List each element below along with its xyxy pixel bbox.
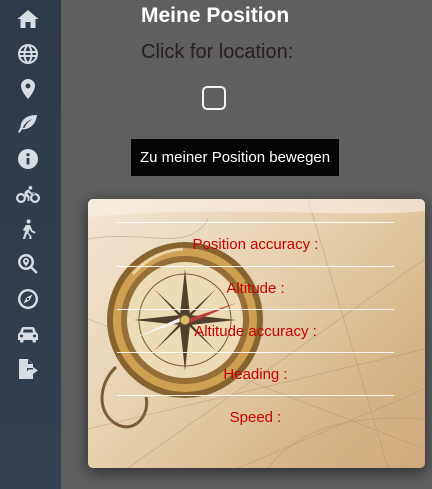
heading-label: Heading :	[223, 366, 288, 383]
hiking-icon	[22, 219, 36, 239]
bicycle-icon	[16, 186, 40, 203]
globe-icon	[18, 44, 38, 64]
info-icon	[18, 149, 38, 169]
location-checkbox[interactable]	[202, 86, 226, 110]
home-icon	[17, 10, 39, 28]
compass-icon	[18, 289, 38, 309]
info-row-position-accuracy: Position accuracy :	[117, 222, 394, 263]
sidebar-item-export[interactable]	[14, 355, 42, 383]
sidebar-item-car[interactable]	[14, 320, 42, 348]
sidebar-item-nature[interactable]	[14, 110, 42, 138]
altitude-label: Altitude :	[226, 280, 285, 297]
sidebar-item-search[interactable]	[14, 250, 42, 278]
map-marker-icon	[21, 79, 35, 99]
position-info-card: Position accuracy : Altitude : Altitude …	[88, 199, 425, 468]
position-accuracy-label: Position accuracy :	[192, 236, 319, 253]
info-row-altitude: Altitude :	[117, 266, 394, 307]
search-location-icon	[18, 254, 38, 274]
speed-label: Speed :	[229, 409, 282, 426]
info-row-heading: Heading :	[117, 352, 394, 393]
leaf-icon	[18, 115, 37, 133]
main-panel: Meine Position Click for location: Zu me…	[61, 0, 432, 489]
sidebar-item-info[interactable]	[14, 145, 42, 173]
sidebar-item-globe[interactable]	[14, 40, 42, 68]
info-row-altitude-accuracy: Altitude accuracy :	[117, 309, 394, 350]
sidebar-item-compass[interactable]	[14, 285, 42, 313]
page-title: Meine Position	[141, 4, 290, 27]
info-row-speed: Speed :	[117, 395, 394, 436]
sidebar-item-location[interactable]	[14, 75, 42, 103]
file-export-icon	[19, 359, 38, 379]
altitude-accuracy-label: Altitude accuracy :	[194, 323, 317, 340]
sidebar-item-hiking[interactable]	[14, 215, 42, 243]
car-icon	[18, 327, 38, 343]
sidebar	[0, 0, 61, 489]
move-to-position-button[interactable]: Zu meiner Position bewegen	[131, 139, 340, 176]
sidebar-item-cycling[interactable]	[14, 180, 42, 208]
location-prompt: Click for location:	[141, 41, 294, 63]
sidebar-item-home[interactable]	[14, 5, 42, 33]
